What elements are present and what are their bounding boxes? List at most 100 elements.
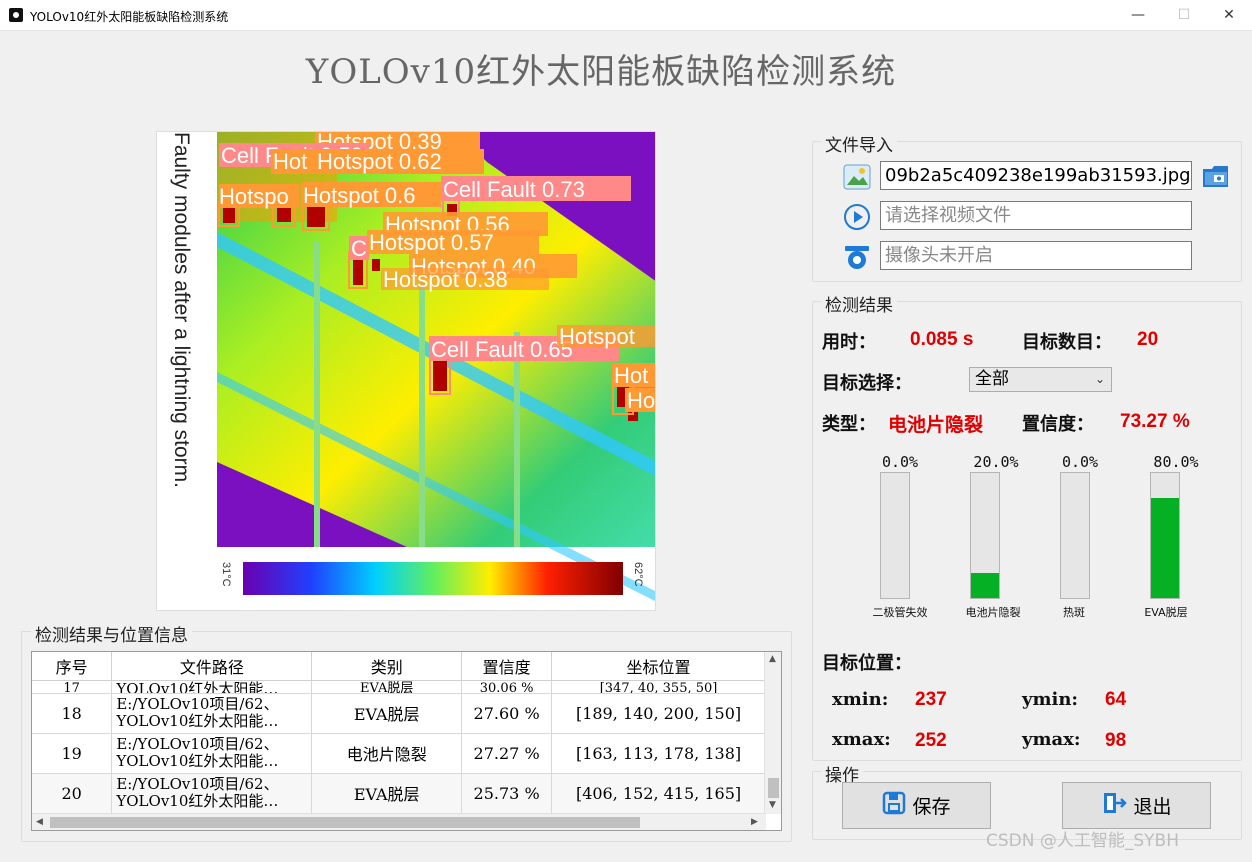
cell-path-line2: YOLOv10红外太阳能…	[116, 712, 279, 730]
video-play-icon[interactable]	[843, 203, 871, 231]
cell-conf: 30.06 %	[461, 680, 553, 694]
det-label-3: Hot	[273, 149, 307, 174]
scroll-up-icon[interactable]: ▲	[769, 654, 776, 664]
cell-pos: [189, 140, 200, 150]	[551, 693, 766, 734]
results-title: 检测结果	[821, 291, 897, 316]
position-label: 目标位置：	[822, 653, 912, 674]
count-value: 20	[1137, 329, 1159, 350]
time-label: 用时：	[822, 332, 876, 353]
horizontal-scrollbar[interactable]: ◀ ▶	[32, 813, 766, 830]
cell-path-line1: E:/YOLOv10项目/62、	[116, 775, 279, 793]
table-row[interactable]: 19 E:/YOLOv10项目/62、 YOLOv10红外太阳能… 电池片隐裂 2…	[32, 733, 766, 774]
xmin-label: xmin:	[832, 689, 889, 710]
col-header[interactable]: 序号	[32, 652, 113, 681]
type-label: 类型：	[822, 414, 876, 435]
file-import-title: 文件导入	[821, 131, 897, 156]
table-row[interactable]: 18 E:/YOLOv10项目/62、 YOLOv10红外太阳能… EVA脱层 2…	[32, 693, 766, 734]
cell-conf: 27.27 %	[461, 733, 553, 774]
cell-path: E:/YOLOv10项目/62、 YOLOv10红外太阳能…	[111, 773, 313, 814]
cell-class: EVA脱层	[311, 773, 463, 814]
open-folder-icon[interactable]	[1201, 162, 1229, 190]
vertical-scrollbar[interactable]: ▲ ▼	[764, 652, 781, 814]
vertical-scroll-thumb[interactable]	[768, 778, 779, 798]
bar-track	[1150, 472, 1180, 599]
camera-status-field[interactable]: 摄像头未开启	[880, 241, 1192, 270]
detection-image: Hotspot 0.39 Cell Fault 0.59 Hot Hotspot…	[156, 131, 656, 611]
ymax-label: ymax:	[1022, 729, 1081, 750]
det-label-4: Hotspot 0.62	[317, 149, 442, 174]
target-select-value: 全部	[975, 369, 1009, 389]
count-label: 目标数目：	[1022, 332, 1112, 353]
horizontal-scroll-thumb[interactable]	[50, 817, 640, 828]
type-value: 电池片隐裂	[888, 414, 984, 436]
det-label-10: Hotspot 0.57	[369, 230, 494, 255]
cell-path-line2: YOLOv10红外太阳能…	[116, 792, 279, 810]
target-select[interactable]: 全部 ⌄	[969, 367, 1112, 392]
det-label-14: Hotspot	[559, 324, 635, 349]
cell-class: EVA脱层	[311, 680, 463, 694]
image-path-field[interactable]: 09b2a5c409238e199ab31593.jpg	[880, 161, 1192, 190]
scroll-down-icon[interactable]: ▼	[769, 800, 776, 810]
table-row[interactable]: 20 E:/YOLOv10项目/62、 YOLOv10红外太阳能… EVA脱层 2…	[32, 773, 766, 814]
colorbar-left: 31°C	[220, 562, 232, 587]
minimize-button[interactable]: —	[1115, 0, 1161, 31]
colorbar-right: 62°C	[632, 562, 644, 587]
cell-path-line1: E:/YOLOv10项目/62、	[116, 695, 279, 713]
det-label-12: Hotspot 0.38	[383, 267, 508, 292]
cell-class: 电池片隐裂	[311, 733, 463, 774]
det-label-6: Hotspot 0.6	[303, 183, 416, 208]
ymin-label: ymin:	[1022, 689, 1079, 710]
col-header[interactable]: 类别	[311, 652, 463, 681]
cell-path: E:/YOLOv10项目/62、 YOLOv10红外太阳能…	[111, 693, 313, 734]
cell-id: 18	[32, 693, 113, 734]
image-caption: Faulty modules after a lightning storm.	[170, 132, 193, 488]
det-label-16: Ho	[627, 388, 655, 413]
xmax-label: xmax:	[832, 729, 891, 750]
camera-icon[interactable]	[843, 243, 871, 271]
cell-conf: 27.60 %	[461, 693, 553, 734]
table-row[interactable]: 17 YOLOv10红外太阳能… EVA脱层 30.06 % [347, 40,…	[32, 680, 766, 694]
bar-pct: 20.0%	[973, 453, 1019, 471]
col-header[interactable]: 文件路径	[111, 652, 313, 681]
maximize-button[interactable]: ☐	[1161, 0, 1207, 31]
image-file-icon[interactable]	[843, 163, 871, 191]
bar-label: EVA脱层	[1144, 606, 1188, 619]
cell-id: 20	[32, 773, 113, 814]
exit-icon	[1101, 790, 1128, 821]
scroll-left-icon[interactable]: ◀	[36, 817, 43, 827]
ymax-value: 98	[1105, 730, 1127, 751]
confidence-value: 73.27 %	[1120, 411, 1190, 432]
save-button[interactable]: 保存	[842, 782, 991, 829]
confidence-label: 置信度：	[1022, 414, 1094, 435]
target-select-label: 目标选择：	[822, 373, 912, 394]
video-path-field[interactable]: 请选择视频文件	[880, 201, 1192, 230]
bar-fill	[1151, 498, 1179, 598]
cell-pos: [163, 113, 178, 138]	[551, 733, 766, 774]
ymin-value: 64	[1105, 689, 1127, 710]
cell-conf: 25.73 %	[461, 773, 553, 814]
cell-class: EVA脱层	[311, 693, 463, 734]
det-label-15: Hot	[614, 363, 648, 388]
scroll-right-icon[interactable]: ▶	[751, 817, 758, 827]
bar-track	[1060, 472, 1090, 599]
col-header[interactable]: 置信度	[461, 652, 553, 681]
bar-label: 二极管失效	[872, 606, 928, 619]
table-title: 检测结果与位置信息	[31, 621, 192, 646]
cell-pos: [347, 40, 355, 50]	[551, 680, 766, 694]
col-header[interactable]: 坐标位置	[551, 652, 766, 681]
save-label: 保存	[912, 796, 951, 818]
table-header-row: 序号 文件路径 类别 置信度 坐标位置	[32, 652, 766, 681]
time-value: 0.085 s	[910, 329, 974, 350]
chevron-down-icon: ⌄	[1094, 372, 1105, 386]
exit-button[interactable]: 退出	[1062, 782, 1211, 829]
close-button[interactable]: ✕	[1206, 0, 1252, 31]
window-title: YOLOv10红外太阳能板缺陷检测系统	[30, 10, 229, 24]
xmin-value: 237	[915, 689, 947, 710]
cell-id: 19	[32, 733, 113, 774]
results-table[interactable]: 序号 文件路径 类别 置信度 坐标位置 17 YOLOv10红外太阳能… EVA…	[31, 651, 782, 831]
page-title: YOLOv10红外太阳能板缺陷检测系统	[305, 52, 897, 92]
det-label-13: Cell Fault 0.65	[431, 337, 573, 362]
bar-label: 电池片隐裂	[965, 606, 1021, 619]
cell-path: YOLOv10红外太阳能…	[111, 680, 313, 694]
exit-label: 退出	[1133, 796, 1172, 818]
